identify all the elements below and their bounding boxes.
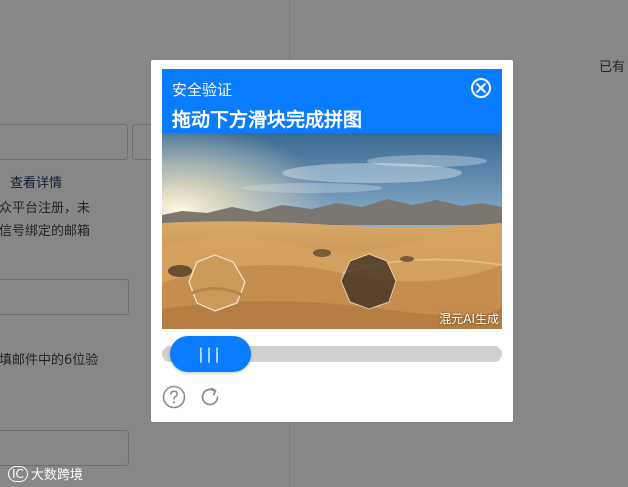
captcha-dialog: 安全验证 拖动下方滑块完成拼图 混元AI生成 ||| bbox=[151, 60, 513, 422]
slider-handle[interactable]: ||| bbox=[170, 336, 251, 372]
slider-grip-icon: ||| bbox=[198, 345, 223, 363]
brand-logo-icon: IC bbox=[8, 465, 28, 482]
captcha-title: 拖动下方滑块完成拼图 bbox=[172, 109, 363, 131]
brand-name: 大数跨境 bbox=[30, 468, 83, 483]
refresh-icon[interactable] bbox=[198, 385, 222, 409]
captcha-subtitle: 安全验证 bbox=[172, 81, 233, 99]
close-circle-icon[interactable] bbox=[471, 78, 491, 98]
puzzle-image: 混元AI生成 bbox=[162, 133, 502, 329]
help-circle-icon[interactable] bbox=[162, 385, 186, 409]
ai-watermark: 混元AI生成 bbox=[439, 312, 499, 326]
watermark-footer: IC 大数跨境 bbox=[8, 464, 83, 483]
captcha-header: 安全验证 拖动下方滑块完成拼图 bbox=[162, 69, 502, 133]
